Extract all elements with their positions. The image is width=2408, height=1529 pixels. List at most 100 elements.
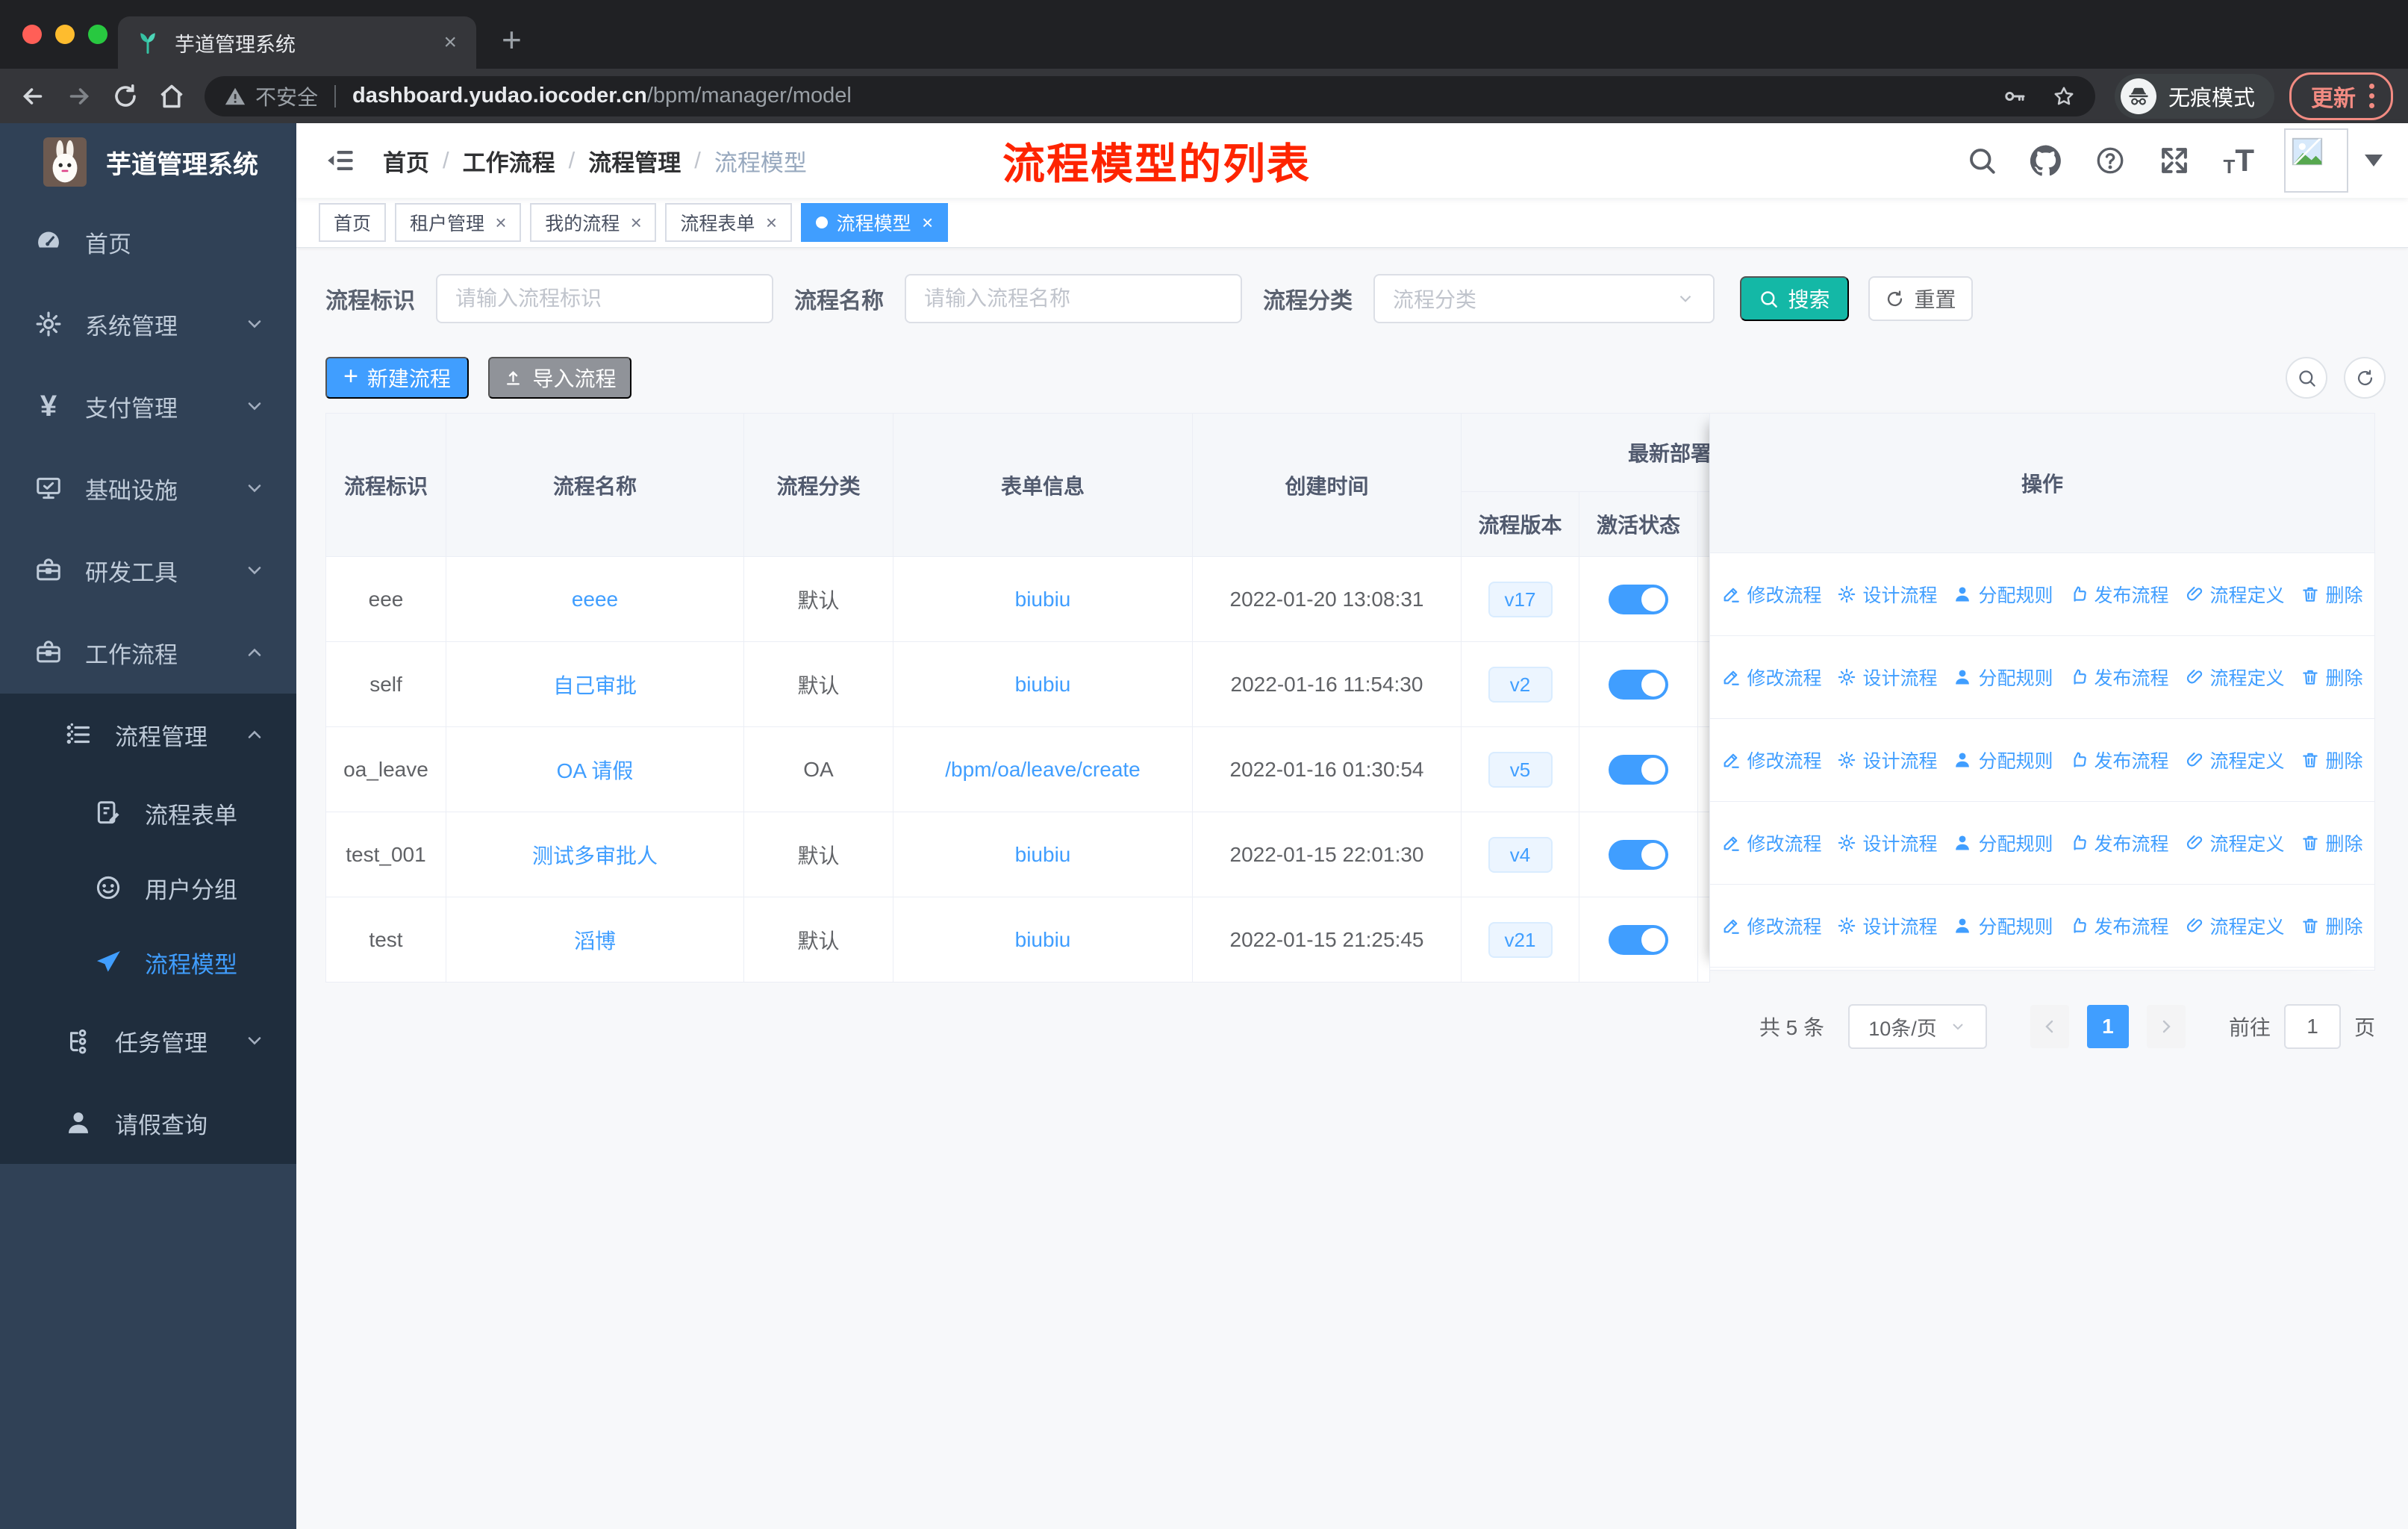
sidebar-item-infra[interactable]: 基础设施 [0,447,296,529]
version-badge[interactable]: v17 [1488,581,1553,617]
security-label[interactable]: 不安全 [255,81,318,111]
new-tab-button[interactable]: + [502,22,522,57]
action-definition[interactable]: 流程定义 [2185,581,2285,608]
action-assign[interactable]: 分配规则 [1953,829,2053,856]
breadcrumb-item[interactable]: 流程管理 [588,144,681,178]
help-icon[interactable] [2094,145,2126,176]
action-edit[interactable]: 修改流程 [1721,829,1821,856]
sidebar-item-process-model[interactable]: 流程模型 [0,925,296,1000]
show-search-button[interactable] [2286,357,2327,399]
tab-tenant[interactable]: 租户管理 × [395,203,522,242]
avatar[interactable] [2284,128,2348,193]
active-toggle[interactable] [1609,669,1668,700]
version-badge[interactable]: v21 [1488,921,1553,958]
search-button[interactable]: 搜索 [1740,276,1849,321]
action-publish[interactable]: 发布流程 [2069,581,2169,608]
active-toggle[interactable] [1609,924,1668,955]
import-process-button[interactable]: 导入流程 [488,357,631,399]
active-toggle[interactable] [1609,754,1668,785]
sidebar-item-process-mgmt[interactable]: 流程管理 [0,694,296,776]
action-publish[interactable]: 发布流程 [2069,747,2169,773]
action-delete[interactable]: 删除 [2301,912,2363,939]
action-design[interactable]: 设计流程 [1837,581,1937,608]
create-process-button[interactable]: + 新建流程 [325,357,469,399]
window-close-button[interactable] [22,25,42,44]
process-name-link[interactable]: OA 请假 [446,726,744,812]
version-badge[interactable]: v2 [1488,666,1553,703]
action-assign[interactable]: 分配规则 [1953,747,2053,773]
action-delete[interactable]: 删除 [2301,829,2363,856]
form-info-link[interactable]: /bpm/oa/leave/create [893,726,1193,812]
reset-button[interactable]: 重置 [1868,276,1973,321]
version-badge[interactable]: v5 [1488,751,1553,788]
form-info-link[interactable]: biubiu [893,641,1193,727]
window-minimize-button[interactable] [55,25,75,44]
active-toggle[interactable] [1609,839,1668,870]
action-definition[interactable]: 流程定义 [2185,664,2285,691]
action-design[interactable]: 设计流程 [1837,912,1937,939]
process-name-link[interactable]: eeee [446,556,744,642]
action-design[interactable]: 设计流程 [1837,664,1937,691]
bookmark-star-icon[interactable] [2052,84,2076,108]
action-edit[interactable]: 修改流程 [1721,581,1821,608]
action-assign[interactable]: 分配规则 [1953,664,2053,691]
action-design[interactable]: 设计流程 [1837,747,1937,773]
close-icon[interactable]: × [630,213,641,232]
action-delete[interactable]: 删除 [2301,664,2363,691]
action-delete[interactable]: 删除 [2301,747,2363,773]
action-publish[interactable]: 发布流程 [2069,912,2169,939]
action-publish[interactable]: 发布流程 [2069,664,2169,691]
process-name-link[interactable]: 测试多审批人 [446,812,744,897]
process-name-link[interactable]: 自己审批 [446,641,744,727]
action-assign[interactable]: 分配规则 [1953,581,2053,608]
process-name-link[interactable]: 滔博 [446,897,744,983]
form-info-link[interactable]: biubiu [893,556,1193,642]
action-design[interactable]: 设计流程 [1837,829,1937,856]
action-delete[interactable]: 删除 [2301,581,2363,608]
breadcrumb-item[interactable]: 首页 [383,144,429,178]
action-definition[interactable]: 流程定义 [2185,747,2285,773]
active-toggle[interactable] [1609,584,1668,614]
action-definition[interactable]: 流程定义 [2185,912,2285,939]
action-edit[interactable]: 修改流程 [1721,747,1821,773]
sidebar-item-process-form[interactable]: 流程表单 [0,776,296,850]
page-size-select[interactable]: 10条/页 [1847,1004,1987,1049]
close-icon[interactable]: × [495,213,506,232]
search-icon[interactable] [1966,145,1997,176]
key-icon[interactable] [2003,84,2027,108]
insecure-warning-icon[interactable] [224,85,246,108]
action-assign[interactable]: 分配规则 [1953,912,2053,939]
sidebar-item-leave-query[interactable]: 请假查询 [0,1082,296,1164]
category-select[interactable]: 流程分类 [1373,274,1715,323]
tab-close-icon[interactable]: × [440,30,460,55]
action-publish[interactable]: 发布流程 [2069,829,2169,856]
action-edit[interactable]: 修改流程 [1721,664,1821,691]
next-page-button[interactable] [2146,1005,2186,1048]
close-icon[interactable]: × [765,213,776,232]
home-icon[interactable] [158,83,185,110]
form-info-link[interactable]: biubiu [893,812,1193,897]
sidebar-fold-icon[interactable] [325,145,356,176]
process-name-input[interactable] [905,274,1242,323]
prev-page-button[interactable] [2030,1005,2069,1048]
tab-my-process[interactable]: 我的流程 × [530,203,657,242]
window-maximize-button[interactable] [88,25,107,44]
current-page[interactable]: 1 [2086,1005,2129,1048]
browser-menu-icon[interactable] [2369,84,2379,108]
github-icon[interactable] [2030,145,2062,176]
sidebar-item-payment[interactable]: ¥ 支付管理 [0,365,296,447]
close-icon[interactable]: × [922,213,933,232]
fullscreen-icon[interactable] [2159,145,2190,176]
sidebar-item-workflow[interactable]: 工作流程 [0,611,296,694]
process-key-input[interactable] [436,274,773,323]
breadcrumb-item[interactable]: 工作流程 [463,144,555,178]
reload-icon[interactable] [112,83,139,110]
tab-home[interactable]: 首页 [319,203,387,242]
tab-process-form[interactable]: 流程表单 × [665,203,792,242]
app-logo[interactable]: 芋道管理系统 [0,123,296,201]
goto-page-input[interactable] [2283,1004,2341,1049]
back-icon[interactable] [19,83,46,110]
sidebar-item-task-mgmt[interactable]: 任务管理 [0,1000,296,1082]
action-definition[interactable]: 流程定义 [2185,829,2285,856]
sidebar-item-devtools[interactable]: 研发工具 [0,529,296,611]
